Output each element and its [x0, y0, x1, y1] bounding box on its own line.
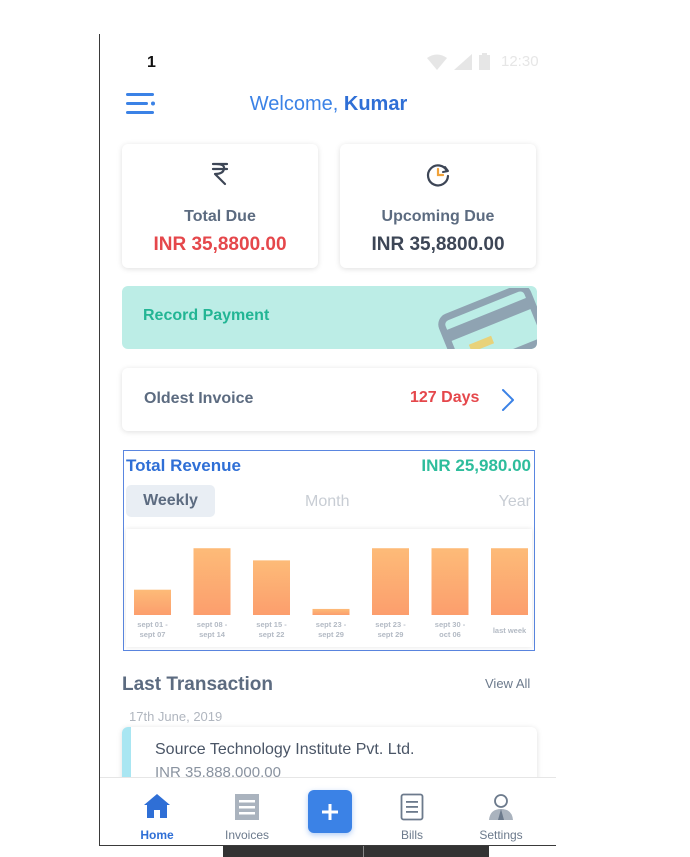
credit-card-icon — [438, 288, 537, 349]
x-tick-label: sept 01 - — [137, 620, 168, 629]
transaction-name: Source Technology Institute Pvt. Ltd. — [155, 741, 415, 758]
revenue-bar — [134, 589, 171, 615]
tab-year[interactable]: Year — [499, 493, 531, 511]
welcome-greeting: Welcome, — [249, 93, 344, 115]
nav-bills-label: Bills — [400, 828, 423, 842]
add-button[interactable] — [308, 790, 352, 833]
bottom-bar — [223, 846, 489, 857]
x-tick-label: oct 06 — [439, 630, 461, 639]
clock-icon — [426, 164, 450, 187]
nav-invoices-label: Invoices — [224, 828, 270, 842]
total-due-label: Total Due — [184, 208, 256, 225]
nav-home[interactable]: Home — [117, 778, 197, 845]
x-tick-label: sept 29 — [318, 630, 344, 639]
oldest-invoice-days: 127 Days — [410, 389, 480, 406]
revenue-amount: INR 25,980.00 — [421, 456, 531, 475]
tab-month[interactable]: Month — [305, 493, 349, 511]
record-payment-button[interactable]: Record Payment — [122, 286, 537, 349]
status-bar: 1 12:30 — [100, 34, 556, 78]
view-all-link[interactable]: View All — [485, 676, 530, 691]
chevron-right-icon — [502, 389, 514, 411]
revenue-title: Total Revenue — [126, 456, 241, 475]
x-tick-label: sept 22 — [259, 630, 285, 639]
battery-icon — [479, 53, 490, 70]
revenue-bar — [193, 548, 231, 615]
x-tick-label: sept 23 - — [316, 620, 347, 629]
nav-bills[interactable]: Bills — [372, 778, 452, 845]
status-time: 12:30 — [501, 53, 539, 70]
transaction-date: 17th June, 2019 — [129, 709, 223, 724]
nav-home-label: Home — [140, 828, 174, 842]
x-tick-label: sept 15 - — [256, 620, 287, 629]
signal-icon — [454, 53, 472, 70]
total-revenue-panel: Total Revenue INR 25,980.00 Weekly Month… — [123, 450, 535, 651]
oldest-invoice-label: Oldest Invoice — [144, 390, 254, 407]
revenue-bar — [372, 548, 409, 615]
last-transaction-title: Last Transaction — [122, 674, 273, 695]
upcoming-due-label: Upcoming Due — [381, 208, 495, 225]
app-header: Welcome, Kumar — [100, 84, 556, 124]
upcoming-due-card[interactable]: Upcoming Due INR 35,8800.00 — [340, 144, 536, 268]
total-due-card[interactable]: Total Due INR 35,8800.00 — [122, 144, 318, 268]
revenue-bar-chart: sept 01 -sept 07 sept 08 -sept 14 sept 15 … — [134, 548, 528, 639]
welcome-user-name: Kumar — [343, 93, 408, 115]
nav-settings-label: Settings — [479, 828, 523, 842]
bill-icon — [400, 793, 424, 821]
upcoming-due-amount: INR 35,8800.00 — [371, 234, 505, 255]
revenue-bar — [491, 548, 528, 615]
nav-settings[interactable]: Settings — [461, 778, 541, 845]
revenue-bar — [253, 560, 290, 615]
x-tick-label: last week — [493, 626, 527, 635]
bottom-navigation: Home Invoices Bills Settings — [100, 777, 556, 845]
x-tick-label: sept 08 - — [197, 620, 228, 629]
nav-invoices[interactable]: Invoices — [207, 778, 287, 845]
user-settings-icon — [489, 794, 513, 820]
welcome-title: Welcome, Kumar — [100, 93, 556, 116]
home-icon — [144, 794, 170, 818]
x-tick-label: sept 30 - — [435, 620, 466, 629]
revenue-bar — [312, 608, 350, 615]
wifi-icon — [427, 54, 447, 70]
oldest-invoice-card[interactable]: Oldest Invoice 127 Days — [122, 368, 537, 431]
revenue-bar — [431, 548, 469, 615]
tab-weekly[interactable]: Weekly — [126, 485, 215, 517]
x-tick-label: sept 07 — [140, 630, 166, 639]
status-number: 1 — [147, 54, 156, 71]
x-tick-label: sept 14 — [199, 630, 226, 639]
record-payment-label: Record Payment — [143, 307, 270, 324]
plus-icon — [322, 803, 338, 820]
x-tick-label: sept 23 - — [375, 620, 406, 629]
x-tick-label: sept 29 — [378, 630, 404, 639]
total-due-amount: INR 35,8800.00 — [153, 234, 287, 255]
invoice-icon — [235, 794, 259, 820]
phone-screen: 1 12:30 Welcome, Kumar Total Due INR 35,… — [99, 34, 556, 846]
rupee-icon — [211, 162, 229, 186]
revenue-chart-area: sept 01 - sept 07 sept 08 - sept 14 sept 15 … — [126, 529, 532, 647]
status-icons: 12:30 — [427, 53, 539, 70]
